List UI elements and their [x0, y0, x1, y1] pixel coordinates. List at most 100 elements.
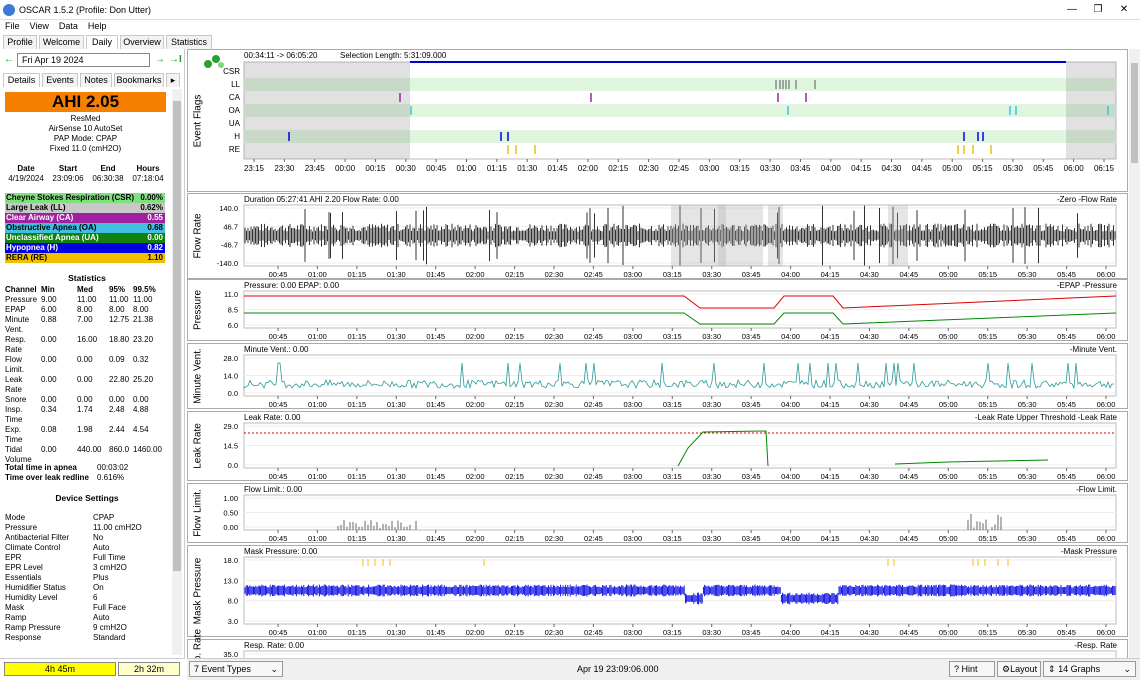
stats-cell: Leak Rate — [5, 375, 23, 394]
flag-time-tick: 01:00 — [456, 164, 477, 173]
last-day-button[interactable]: →I — [169, 54, 182, 65]
event-value: 0.00% — [140, 193, 163, 202]
panel-plot[interactable]: 28.0 14.0 0.0 00:45 01:00 01:15 01:30 01:45 02:0… — [188, 344, 1128, 410]
tab-notes[interactable]: Notes — [80, 73, 112, 87]
x-tick-label: 05:45 — [1057, 534, 1076, 543]
stats-row: Insp. Time 0.34 1.74 2.48 4.88 — [5, 405, 171, 424]
stats-row: Minute Vent. 0.88 7.00 12.75 21.38 — [5, 315, 171, 334]
device-setting-row: Humidifier Status On — [5, 583, 171, 593]
y-tick-label: 0.00 — [223, 523, 238, 532]
minimize-button[interactable]: — — [1062, 3, 1082, 17]
y-tick-label: 6.0 — [228, 321, 238, 330]
menu-data[interactable]: Data — [54, 20, 83, 32]
stats-header: Channel — [5, 285, 37, 294]
panel-plot[interactable]: 29.0 14.5 0.0 00:45 01:00 01:15 01:30 01:45 02:0… — [188, 412, 1128, 482]
tab-scroll-right-icon[interactable]: ▸ — [166, 73, 180, 87]
hint-button[interactable]: ? Hint — [949, 661, 995, 677]
event-types-dropdown[interactable]: 7 Event Types ⌄ — [189, 661, 283, 677]
event-flags-panel[interactable]: Event Flags 00:34:11 -> 06:05:20 Selecti… — [187, 49, 1128, 192]
flag-time-tick: 04:45 — [912, 164, 933, 173]
y-tick-label: 8.0 — [228, 597, 238, 606]
x-tick-label: 04:45 — [899, 534, 918, 543]
x-tick-label: 03:15 — [663, 534, 682, 543]
stats-cell: 2.48 — [109, 405, 125, 414]
chart-panel-resp-rate[interactable]: Resp. Rate Resp. Rate: 0.00 -Resp. Rate 35.… — [187, 629, 1128, 658]
main-tabs: Profile Welcome Daily Overview Statistic… — [0, 34, 1140, 50]
device-setting-label: Essentials — [5, 573, 42, 582]
close-button[interactable]: ✕ — [1114, 3, 1134, 17]
tab-profile[interactable]: Profile — [3, 35, 37, 49]
device-setting-row: Ramp Pressure 9 cmH2O — [5, 623, 171, 633]
tab-overview[interactable]: Overview — [120, 35, 164, 49]
x-tick-label: 03:00 — [623, 534, 642, 543]
flag-time-tick: 23:30 — [274, 164, 295, 173]
chart-panel-leak-rate[interactable]: Leak Rate Leak Rate: 0.00 -Leak Rate Upper… — [187, 411, 1128, 481]
date-picker[interactable]: Fri Apr 19 2024 — [17, 53, 150, 67]
x-tick-label: 05:00 — [939, 400, 958, 409]
title-bar: OSCAR 1.5.2 (Profile: Don Utter) — ❐ ✕ — [0, 0, 1140, 20]
tab-details[interactable]: Details — [3, 73, 40, 87]
y-tick-label: 46.7 — [223, 222, 238, 231]
panel-plot[interactable]: 1.00 0.50 0.00 00:45 01:00 01:15 01:30 01:45 02:… — [188, 484, 1128, 544]
x-tick-label: 05:30 — [1018, 332, 1037, 341]
prev-day-button[interactable]: ← — [4, 54, 14, 65]
graphs-scroll-thumb[interactable] — [1131, 63, 1138, 163]
tab-daily[interactable]: Daily — [86, 35, 118, 50]
device-setting-value: 6 — [93, 593, 98, 602]
event-name: Hypopnea (H) — [6, 243, 58, 252]
x-tick-label: 03:45 — [742, 472, 761, 481]
graphs-dropdown[interactable]: ⇕ 14 Graphs ⌄ — [1043, 661, 1136, 677]
event-flags-chart[interactable]: CSR LL CA OA UA H RE 23:15 23:30 23:45 00:00 00:15 0… — [188, 50, 1128, 193]
stats-cell: Tidal Volume — [5, 445, 32, 464]
event-row: RERA (RE) 1.10 — [5, 253, 165, 263]
chart-panel-flow-rate[interactable]: Flow Rate Duration 05:27:41 AHI 2.20 Flow… — [187, 193, 1128, 279]
panel-plot[interactable]: 140.0 46.7 -46.7 -140.0 00:45 01:00 01:15 01:30… — [188, 194, 1128, 280]
x-tick-label: 05:00 — [939, 270, 958, 279]
menu-file[interactable]: File — [0, 20, 25, 32]
device-settings-title: Device Settings — [55, 493, 119, 503]
chart-panel-minute-vent[interactable]: Minute Vent. Minute Vent.: 0.00 -Minute Ve… — [187, 343, 1128, 409]
app-icon — [3, 4, 15, 16]
y-tick-label: 29.0 — [223, 422, 238, 431]
tab-events[interactable]: Events — [42, 73, 78, 87]
stats-cell: 0.00 — [41, 395, 57, 404]
panel-plot[interactable]: 11.0 8.5 6.0 00:45 01:00 01:15 01:30 01:45 02:00… — [188, 280, 1128, 342]
x-tick-label: 03:15 — [663, 628, 682, 637]
stats-cell: 0.00 — [77, 375, 93, 384]
x-tick-label: 06:00 — [1097, 400, 1116, 409]
chart-panel-pressure[interactable]: Pressure Pressure: 0.00 EPAP: 0.00 -EPAP -… — [187, 279, 1128, 341]
leak-rate-trace — [677, 430, 769, 467]
tab-bookmarks[interactable]: Bookmarks — [114, 73, 164, 87]
event-value: 0.62% — [140, 203, 163, 212]
device-setting-label: Antibacterial Filter — [5, 533, 70, 542]
x-tick-label: 05:00 — [939, 472, 958, 481]
stats-cell: Insp. Time — [5, 405, 23, 424]
details-scroll-thumb[interactable] — [173, 101, 181, 571]
details-scrollbar[interactable] — [172, 89, 182, 655]
chart-panel-mask-pressure[interactable]: Mask Pressure Mask Pressure: 0.00 -Mask Pr… — [187, 545, 1128, 637]
next-day-button[interactable]: → — [155, 54, 165, 65]
y-tick-label: 13.0 — [223, 576, 238, 585]
hint-label: Hint — [961, 664, 978, 674]
menu-help[interactable]: Help — [83, 20, 112, 32]
x-tick-label: 02:15 — [505, 270, 524, 279]
menu-view[interactable]: View — [25, 20, 54, 32]
chart-panel-flow-limit[interactable]: Flow Limit. Flow Limit.: 0.00 -Flow Limit.… — [187, 483, 1128, 543]
session-end: 06:30:38 — [92, 174, 124, 183]
x-tick-label: 01:45 — [426, 534, 445, 543]
left-panel: ← Fri Apr 19 2024 → →I Details Events No… — [0, 49, 185, 658]
flag-time-tick: 01:15 — [487, 164, 508, 173]
device-setting-label: Response — [5, 633, 42, 642]
device-setting-row: Essentials Plus — [5, 573, 171, 583]
maximize-button[interactable]: ❐ — [1088, 3, 1108, 17]
tab-statistics[interactable]: Statistics — [166, 35, 212, 49]
device-setting-value: 3 cmH2O — [93, 563, 127, 572]
panel-plot[interactable]: 35.0 — [188, 640, 1128, 658]
x-tick-label: 02:45 — [584, 332, 603, 341]
panel-plot[interactable]: 18.0 13.0 8.0 3.0 00:45 01:00 01:15 01:30 01:45 0… — [188, 546, 1128, 638]
graphs-scrollbar[interactable] — [1129, 49, 1140, 658]
stats-cell: 9.00 — [41, 295, 57, 304]
tab-welcome[interactable]: Welcome — [39, 35, 84, 49]
x-tick-label: 05:30 — [1018, 472, 1037, 481]
layout-button[interactable]: ⚙Layout — [997, 661, 1041, 677]
